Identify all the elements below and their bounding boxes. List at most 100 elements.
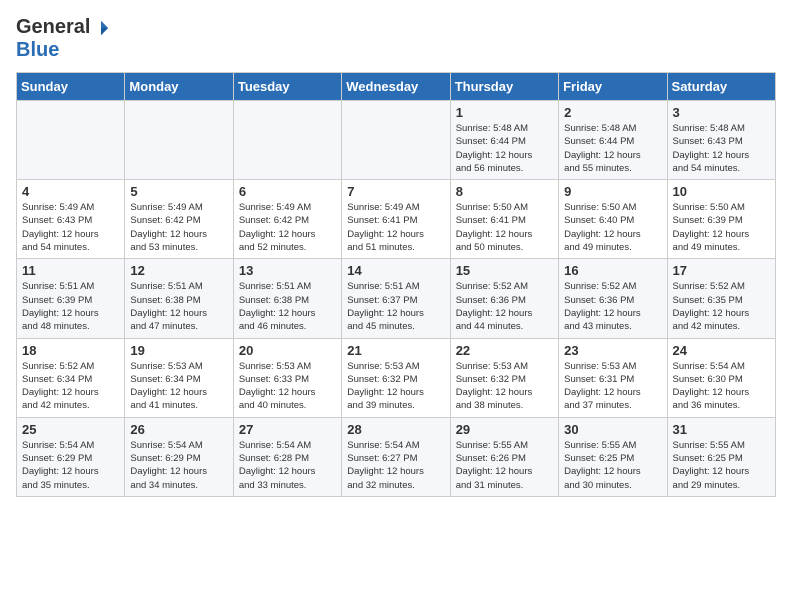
day-number: 29 [456,422,553,437]
day-info: Sunrise: 5:55 AM Sunset: 6:25 PM Dayligh… [564,439,661,492]
page-header: General Blue [16,16,776,62]
calendar-cell: 1Sunrise: 5:48 AM Sunset: 6:44 PM Daylig… [450,101,558,180]
weekday-header-friday: Friday [559,73,667,101]
weekday-header-thursday: Thursday [450,73,558,101]
day-info: Sunrise: 5:49 AM Sunset: 6:41 PM Dayligh… [347,201,444,254]
weekday-header-sunday: Sunday [17,73,125,101]
day-number: 23 [564,343,661,358]
calendar-cell: 10Sunrise: 5:50 AM Sunset: 6:39 PM Dayli… [667,180,775,259]
calendar-cell: 17 Sunrise: 5:52 AM Sunset: 6:35 PM Dayli… [667,259,775,338]
day-info: Sunrise: 5:48 AM Sunset: 6:44 PM Dayligh… [564,122,661,175]
calendar-cell: 8 Sunrise: 5:50 AM Sunset: 6:41 PM Daylig… [450,180,558,259]
day-number: 20 [239,343,336,358]
calendar-cell: 23 Sunrise: 5:53 AM Sunset: 6:31 PM Dayli… [559,338,667,417]
day-info: Sunrise: 5:54 AM Sunset: 6:30 PM Dayligh… [673,360,770,413]
day-number: 25 [22,422,119,437]
day-info: Sunrise: 5:48 AM Sunset: 6:44 PM Dayligh… [456,122,553,175]
calendar-cell: 7 Sunrise: 5:49 AM Sunset: 6:41 PM Daylig… [342,180,450,259]
calendar-cell: 21 Sunrise: 5:53 AM Sunset: 6:32 PM Dayli… [342,338,450,417]
calendar-cell: 14 Sunrise: 5:51 AM Sunset: 6:37 PM Dayli… [342,259,450,338]
logo-icon [92,19,110,37]
calendar-cell: 24 Sunrise: 5:54 AM Sunset: 6:30 PM Dayli… [667,338,775,417]
day-info: Sunrise: 5:54 AM Sunset: 6:27 PM Dayligh… [347,439,444,492]
calendar-cell: 3Sunrise: 5:48 AM Sunset: 6:43 PM Daylig… [667,101,775,180]
calendar-cell: 28 Sunrise: 5:54 AM Sunset: 6:27 PM Dayli… [342,417,450,496]
day-info: Sunrise: 5:49 AM Sunset: 6:42 PM Dayligh… [130,201,227,254]
day-number: 18 [22,343,119,358]
day-info: Sunrise: 5:50 AM Sunset: 6:41 PM Dayligh… [456,201,553,254]
calendar-cell: 19Sunrise: 5:53 AM Sunset: 6:34 PM Dayli… [125,338,233,417]
day-info: Sunrise: 5:51 AM Sunset: 6:37 PM Dayligh… [347,280,444,333]
day-info: Sunrise: 5:53 AM Sunset: 6:32 PM Dayligh… [347,360,444,413]
day-number: 2 [564,105,661,120]
day-number: 15 [456,263,553,278]
logo-general-text: General [16,16,90,39]
day-info: Sunrise: 5:52 AM Sunset: 6:35 PM Dayligh… [673,280,770,333]
calendar-week-row: 4 Sunrise: 5:49 AM Sunset: 6:43 PM Daylig… [17,180,776,259]
calendar-cell: 12 Sunrise: 5:51 AM Sunset: 6:38 PM Dayli… [125,259,233,338]
day-info: Sunrise: 5:50 AM Sunset: 6:40 PM Dayligh… [564,201,661,254]
day-info: Sunrise: 5:54 AM Sunset: 6:28 PM Dayligh… [239,439,336,492]
calendar-cell: 20 Sunrise: 5:53 AM Sunset: 6:33 PM Dayli… [233,338,341,417]
calendar-cell [17,101,125,180]
day-info: Sunrise: 5:52 AM Sunset: 6:34 PM Dayligh… [22,360,119,413]
calendar-cell: 2 Sunrise: 5:48 AM Sunset: 6:44 PM Daylig… [559,101,667,180]
weekday-header-row: SundayMondayTuesdayWednesdayThursdayFrid… [17,73,776,101]
calendar-week-row: 18 Sunrise: 5:52 AM Sunset: 6:34 PM Dayli… [17,338,776,417]
day-info: Sunrise: 5:48 AM Sunset: 6:43 PM Dayligh… [673,122,770,175]
calendar-cell [125,101,233,180]
calendar-cell: 6Sunrise: 5:49 AM Sunset: 6:42 PM Daylig… [233,180,341,259]
calendar-cell: 16Sunrise: 5:52 AM Sunset: 6:36 PM Dayli… [559,259,667,338]
calendar-cell: 5 Sunrise: 5:49 AM Sunset: 6:42 PM Daylig… [125,180,233,259]
day-info: Sunrise: 5:52 AM Sunset: 6:36 PM Dayligh… [564,280,661,333]
day-info: Sunrise: 5:53 AM Sunset: 6:32 PM Dayligh… [456,360,553,413]
day-info: Sunrise: 5:54 AM Sunset: 6:29 PM Dayligh… [130,439,227,492]
day-info: Sunrise: 5:51 AM Sunset: 6:38 PM Dayligh… [130,280,227,333]
day-number: 12 [130,263,227,278]
calendar-cell: 9 Sunrise: 5:50 AM Sunset: 6:40 PM Daylig… [559,180,667,259]
day-info: Sunrise: 5:54 AM Sunset: 6:29 PM Dayligh… [22,439,119,492]
calendar-cell: 22 Sunrise: 5:53 AM Sunset: 6:32 PM Dayli… [450,338,558,417]
day-number: 10 [673,184,770,199]
day-number: 11 [22,263,119,278]
day-info: Sunrise: 5:53 AM Sunset: 6:31 PM Dayligh… [564,360,661,413]
day-info: Sunrise: 5:52 AM Sunset: 6:36 PM Dayligh… [456,280,553,333]
day-number: 22 [456,343,553,358]
calendar-cell [233,101,341,180]
day-number: 19 [130,343,227,358]
weekday-header-monday: Monday [125,73,233,101]
calendar-cell: 13Sunrise: 5:51 AM Sunset: 6:38 PM Dayli… [233,259,341,338]
day-number: 27 [239,422,336,437]
day-number: 21 [347,343,444,358]
weekday-header-tuesday: Tuesday [233,73,341,101]
calendar-cell: 26 Sunrise: 5:54 AM Sunset: 6:29 PM Dayli… [125,417,233,496]
day-info: Sunrise: 5:51 AM Sunset: 6:38 PM Dayligh… [239,280,336,333]
calendar-table: SundayMondayTuesdayWednesdayThursdayFrid… [16,72,776,497]
logo-blue-text: Blue [16,39,59,61]
day-number: 8 [456,184,553,199]
weekday-header-wednesday: Wednesday [342,73,450,101]
calendar-week-row: 11 Sunrise: 5:51 AM Sunset: 6:39 PM Dayli… [17,259,776,338]
calendar-cell: 18 Sunrise: 5:52 AM Sunset: 6:34 PM Dayli… [17,338,125,417]
calendar-cell: 30Sunrise: 5:55 AM Sunset: 6:25 PM Dayli… [559,417,667,496]
calendar-cell: 15 Sunrise: 5:52 AM Sunset: 6:36 PM Dayli… [450,259,558,338]
day-number: 24 [673,343,770,358]
day-info: Sunrise: 5:53 AM Sunset: 6:33 PM Dayligh… [239,360,336,413]
day-number: 9 [564,184,661,199]
day-number: 7 [347,184,444,199]
day-number: 26 [130,422,227,437]
day-info: Sunrise: 5:55 AM Sunset: 6:25 PM Dayligh… [673,439,770,492]
day-number: 28 [347,422,444,437]
calendar-cell: 31Sunrise: 5:55 AM Sunset: 6:25 PM Dayli… [667,417,775,496]
calendar-cell: 25 Sunrise: 5:54 AM Sunset: 6:29 PM Dayli… [17,417,125,496]
day-number: 14 [347,263,444,278]
calendar-cell: 11 Sunrise: 5:51 AM Sunset: 6:39 PM Dayli… [17,259,125,338]
weekday-header-saturday: Saturday [667,73,775,101]
day-info: Sunrise: 5:55 AM Sunset: 6:26 PM Dayligh… [456,439,553,492]
day-info: Sunrise: 5:49 AM Sunset: 6:43 PM Dayligh… [22,201,119,254]
calendar-week-row: 25 Sunrise: 5:54 AM Sunset: 6:29 PM Dayli… [17,417,776,496]
day-number: 4 [22,184,119,199]
day-info: Sunrise: 5:51 AM Sunset: 6:39 PM Dayligh… [22,280,119,333]
day-number: 17 [673,263,770,278]
day-number: 5 [130,184,227,199]
